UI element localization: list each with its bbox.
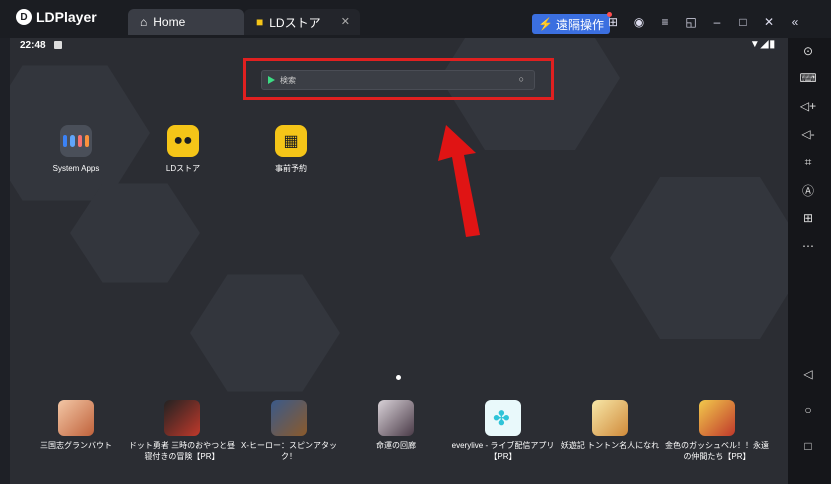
collapse-icon[interactable]: «: [788, 15, 802, 29]
tab-home-label: Home: [153, 15, 186, 29]
search-bar[interactable]: 検索 ○: [261, 70, 535, 90]
dock-app-youyuuki[interactable]: 妖遊記 トントン名人になれ: [555, 400, 665, 451]
background-hexagon: [610, 177, 788, 339]
status-clock: 22:48: [20, 40, 46, 51]
screenshot-icon[interactable]: ⌗: [798, 152, 818, 172]
dock-app-x-hero[interactable]: X-ヒーロー：スピンアタック！: [234, 400, 344, 462]
home-button-icon[interactable]: ○: [798, 400, 818, 420]
everylive-icon: ✤: [485, 400, 521, 436]
maximize-icon[interactable]: □: [736, 15, 750, 29]
window-controls: ⊞ ◉ ≡ ◱ – □ ✕ «: [606, 15, 802, 29]
more-icon[interactable]: ⋯: [798, 236, 818, 256]
signal-battery-icon: ▼◢▮: [749, 39, 776, 50]
ldstore-icon: ●●: [167, 125, 199, 157]
app-title: LDPlayer: [36, 9, 97, 25]
dock-app-dot-yuusha[interactable]: ドット勇者 三時のおやつと昼寝付きの冒険【PR】: [127, 400, 237, 462]
game-icon: [58, 400, 94, 436]
keyboard-icon[interactable]: ⌨: [798, 68, 818, 88]
game-icon: [592, 400, 628, 436]
close-icon[interactable]: ✕: [762, 15, 776, 29]
app-label: 命運の回廊: [376, 441, 416, 450]
app-label: ドット勇者 三時のおやつと昼寝付きの冒険【PR】: [128, 441, 236, 461]
red-arrow-icon: [438, 125, 480, 237]
side-toolbar: ⊙ ⌨ ◁+ ◁- ⌗ Ⓐ ⊞ ⋯ ◁ ○ □: [788, 38, 831, 484]
minimize-icon[interactable]: –: [710, 15, 724, 29]
title-bar: D LDPlayer ⌂ Home ■ LDストア ✕ ⚡ 遠隔操作 ⊞ ◉ ≡…: [0, 0, 831, 38]
tab-ldstore-label: LDストア: [269, 15, 321, 30]
dock-app-everylive[interactable]: ✤ everylive - ライブ配信アプリ【PR】: [448, 400, 558, 462]
volume-up-icon[interactable]: ◁+: [798, 96, 818, 116]
remote-control-button[interactable]: ⚡ 遠隔操作: [532, 12, 612, 34]
game-icon: [271, 400, 307, 436]
tab-home[interactable]: ⌂ Home: [128, 9, 244, 35]
volume-down-icon[interactable]: ◁-: [798, 124, 818, 144]
background-hexagon: [190, 274, 340, 392]
app-pre-registration[interactable]: ▦ 事前予約: [246, 125, 336, 174]
dock-app-sangokushi[interactable]: 三国志グランバウト: [21, 400, 131, 451]
home-icon: ⌂: [140, 15, 148, 29]
app-label: everylive - ライブ配信アプリ【PR】: [451, 441, 555, 461]
app-label: 金色のガッシュベル！！永遠の仲間たち【PR】: [665, 441, 769, 461]
ldplayer-logo-icon: D: [16, 9, 32, 25]
tab-ldstore[interactable]: ■ LDストア ✕: [244, 9, 360, 35]
macro-icon[interactable]: Ⓐ: [798, 180, 818, 200]
remote-control-label: 遠隔操作: [555, 17, 604, 32]
back-icon[interactable]: ◁: [798, 364, 818, 384]
app-label: 三国志グランバウト: [40, 441, 112, 450]
dock-app-unmei[interactable]: 命運の回廊: [341, 400, 451, 451]
tab-close-icon[interactable]: ✕: [341, 15, 350, 28]
game-icon: [378, 400, 414, 436]
app-logo: D LDPlayer: [16, 9, 97, 25]
settings-icon[interactable]: ⊙: [798, 41, 818, 61]
android-status-bar: 22:48 ▼◢▮: [10, 38, 788, 54]
page-indicator: [396, 375, 401, 380]
app-label: 事前予約: [275, 164, 307, 173]
gamepad-icon: ■: [256, 15, 264, 29]
app-label: 妖遊記 トントン名人になれ: [560, 441, 660, 450]
system-apps-folder-icon: [60, 125, 92, 157]
play-store-icon: [268, 76, 275, 84]
app-system-apps[interactable]: System Apps: [31, 125, 121, 174]
app-label: X-ヒーロー：スピンアタック！: [241, 441, 337, 461]
recent-apps-icon[interactable]: □: [798, 436, 818, 456]
gamepad-icon[interactable]: ⊞: [606, 15, 620, 29]
window-icon[interactable]: ◱: [684, 15, 698, 29]
add-app-icon[interactable]: ⊞: [798, 208, 818, 228]
app-ldstore[interactable]: ●● LDストア: [138, 125, 228, 174]
game-icon: [699, 400, 735, 436]
sim-icon: [54, 41, 62, 49]
menu-icon[interactable]: ≡: [658, 15, 672, 29]
app-label: System Apps: [52, 164, 100, 173]
search-placeholder: 検索: [280, 76, 296, 85]
user-icon[interactable]: ◉: [632, 15, 646, 29]
lightning-icon: ⚡: [538, 17, 553, 31]
search-icon[interactable]: ○: [519, 74, 524, 84]
app-label: LDストア: [165, 164, 201, 173]
emulator-screen: 22:48 ▼◢▮ 検索 ○ System Apps ●● LDストア ▦ 事前…: [10, 38, 788, 484]
calendar-icon: ▦: [275, 125, 307, 157]
game-icon: [164, 400, 200, 436]
dock-app-gash-bell[interactable]: 金色のガッシュベル！！永遠の仲間たち【PR】: [662, 400, 772, 462]
